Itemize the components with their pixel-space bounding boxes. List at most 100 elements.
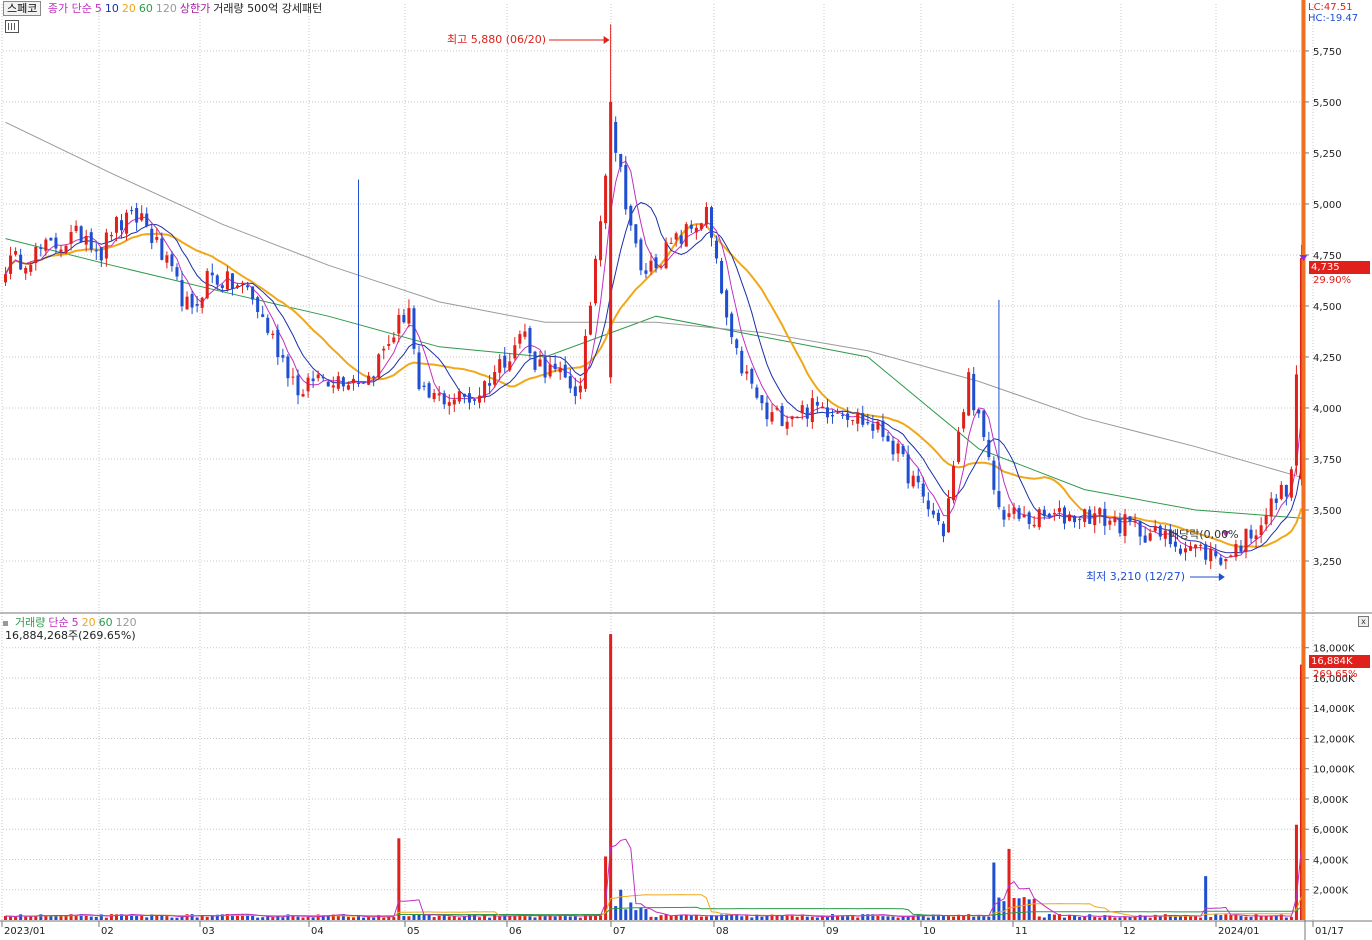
low-annotation: 최저 3,210 (12/27): [1086, 570, 1186, 583]
price-legend-item[interactable]: 종가 단순: [48, 2, 92, 15]
volume-tick-label: 4,000K: [1313, 855, 1349, 866]
volume-bar: [1047, 913, 1051, 920]
candle-body: [1173, 541, 1177, 547]
volume-legend-item[interactable]: 단순: [48, 616, 68, 629]
candle-body: [720, 260, 724, 294]
candle-body: [785, 421, 789, 429]
volume-bar: [795, 916, 799, 920]
candle-body: [593, 258, 598, 304]
volume-bar: [649, 916, 653, 920]
price-legend-item[interactable]: 10: [105, 2, 119, 15]
volume-bar: [1234, 915, 1238, 920]
volume-bar: [1098, 917, 1102, 920]
time-tick-label: 02: [101, 926, 114, 937]
volume-bar: [9, 916, 13, 920]
stock-chart[interactable]: 3,2503,5003,7504,0004,2504,5004,7505,000…: [0, 0, 1372, 940]
candle-body: [135, 208, 139, 223]
price-tick-label: 5,250: [1313, 149, 1342, 160]
volume-legend-item[interactable]: 20: [82, 616, 96, 629]
volume-bar: [1163, 914, 1167, 920]
candle-body: [1103, 508, 1107, 526]
candle-body: [1002, 510, 1006, 520]
candle-body: [901, 445, 905, 455]
volume-bar: [750, 917, 754, 920]
candle-body: [49, 237, 53, 241]
price-legend-item[interactable]: 상한가: [180, 2, 210, 15]
volume-legend-item[interactable]: 거래량: [15, 616, 45, 629]
candle-body: [513, 345, 517, 359]
candle-body: [467, 393, 471, 403]
candle-body: [235, 285, 239, 288]
price-legend-item[interactable]: 20: [122, 2, 136, 15]
candle-body: [205, 270, 209, 299]
candle-body: [271, 333, 275, 335]
close-icon[interactable]: x: [1358, 616, 1369, 627]
candle-body: [1209, 548, 1213, 562]
candle-body: [1143, 535, 1147, 543]
price-legend-item[interactable]: 거래량 500억 강세패턴: [213, 2, 322, 15]
price-legend-item[interactable]: 5: [95, 2, 102, 15]
candle-body: [1289, 469, 1293, 498]
candle-body: [1042, 509, 1046, 516]
volume-legend-item[interactable]: 60: [99, 616, 113, 629]
candle-body: [1158, 525, 1162, 537]
volume-bar: [624, 909, 628, 920]
time-tick-label: 07: [613, 926, 626, 937]
candle-body: [735, 339, 739, 348]
volume-bar: [1093, 916, 1097, 920]
candle-body: [150, 228, 154, 243]
volume-bar: [982, 916, 986, 920]
volume-bar: [1158, 916, 1162, 920]
price-legend-item[interactable]: 60: [139, 2, 153, 15]
volume-bar: [432, 917, 436, 920]
volume-legend-item[interactable]: 5: [72, 616, 79, 629]
volume-bar: [271, 917, 275, 920]
candle-body: [346, 385, 350, 390]
volume-bar: [412, 914, 416, 920]
volume-bar: [306, 916, 310, 920]
candle-body: [1284, 484, 1288, 497]
volume-bar: [195, 917, 199, 920]
price-legend-item[interactable]: 120: [156, 2, 177, 15]
volume-bar: [619, 889, 623, 920]
volume-bar: [881, 916, 885, 920]
volume-bar: [1012, 898, 1016, 920]
candle-body: [679, 235, 683, 244]
volume-bar: [715, 915, 719, 920]
stock-name-button[interactable]: 스페코: [3, 1, 42, 16]
price-tick-label: 3,500: [1313, 506, 1342, 517]
volume-bar: [1032, 898, 1036, 920]
candle-body: [755, 387, 759, 398]
candle-body: [861, 413, 865, 425]
candle-body: [246, 285, 250, 288]
candle-body: [109, 234, 113, 237]
candle-body: [225, 271, 229, 290]
volume-bar: [1214, 914, 1218, 920]
candle-body: [689, 224, 693, 229]
time-tick-label: 01/17: [1315, 926, 1344, 937]
candle-body: [74, 225, 78, 232]
volume-bar: [1113, 917, 1117, 920]
candle-body: [341, 377, 345, 387]
volume-legend-item[interactable]: 120: [116, 616, 137, 629]
volume-bar: [185, 914, 189, 920]
volume-bar: [296, 916, 300, 920]
volume-bar: [775, 915, 779, 920]
candle-body: [770, 412, 774, 422]
volume-bar: [926, 917, 930, 920]
volume-bar: [175, 917, 179, 920]
candle-body: [14, 251, 18, 255]
volume-bar: [1118, 917, 1122, 920]
volume-tick-label: 6,000K: [1313, 825, 1349, 836]
candle-body: [19, 254, 23, 270]
table-icon[interactable]: [5, 20, 19, 33]
candle-body: [94, 250, 98, 252]
volume-bar: [1229, 915, 1233, 920]
candle-body: [462, 393, 466, 397]
candle-body: [427, 383, 431, 398]
volume-bar: [467, 914, 471, 920]
volume-bar: [462, 916, 466, 920]
candle-body: [543, 357, 547, 378]
time-tick-label: 05: [407, 926, 420, 937]
candle-body: [599, 221, 603, 261]
